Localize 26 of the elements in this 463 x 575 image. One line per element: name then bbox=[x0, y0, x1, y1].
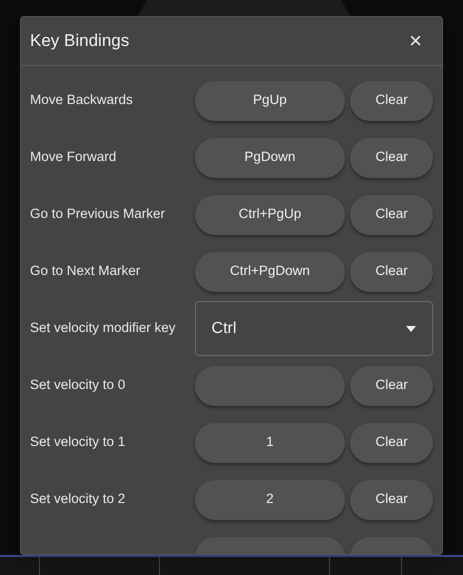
clear-button[interactable]: Clear bbox=[350, 80, 434, 120]
clear-button[interactable]: Clear bbox=[350, 366, 434, 406]
clear-button[interactable]: Clear bbox=[350, 422, 434, 462]
key-binding-button[interactable]: 2 bbox=[194, 480, 346, 520]
binding-label: Go to Next Marker bbox=[30, 262, 142, 280]
clear-button[interactable]: Clear bbox=[350, 252, 434, 292]
key-binding-button[interactable]: Ctrl+PgDown bbox=[194, 252, 346, 292]
binding-label: Set velocity to 0 bbox=[30, 376, 126, 394]
binding-label: Set velocity modifier key bbox=[30, 319, 177, 338]
binding-label: Set velocity to 2 bbox=[30, 490, 126, 508]
clear-button[interactable]: Clear bbox=[350, 194, 434, 234]
binding-label: Move Forward bbox=[30, 148, 118, 166]
modifier-dropdown[interactable]: Ctrl bbox=[194, 301, 433, 356]
key-binding-button[interactable]: PgDown bbox=[194, 138, 346, 178]
clear-button[interactable]: Clear bbox=[350, 480, 434, 520]
close-button[interactable]: × bbox=[409, 30, 422, 52]
key-binding-button[interactable] bbox=[194, 366, 346, 406]
clear-button[interactable]: Clear bbox=[350, 138, 434, 178]
binding-label: Set velocity to 1 bbox=[30, 433, 126, 452]
key-binding-button[interactable]: Ctrl+PgUp bbox=[194, 194, 346, 234]
binding-label: Go to Previous Marker bbox=[30, 205, 166, 224]
key-binding-button[interactable]: 1 bbox=[194, 422, 346, 462]
binding-label: Move Backwards bbox=[30, 91, 134, 110]
dropdown-caret-icon bbox=[406, 326, 416, 332]
dialog-title: Key Bindings bbox=[30, 30, 130, 52]
key-binding-button[interactable]: PgUp bbox=[194, 80, 346, 120]
